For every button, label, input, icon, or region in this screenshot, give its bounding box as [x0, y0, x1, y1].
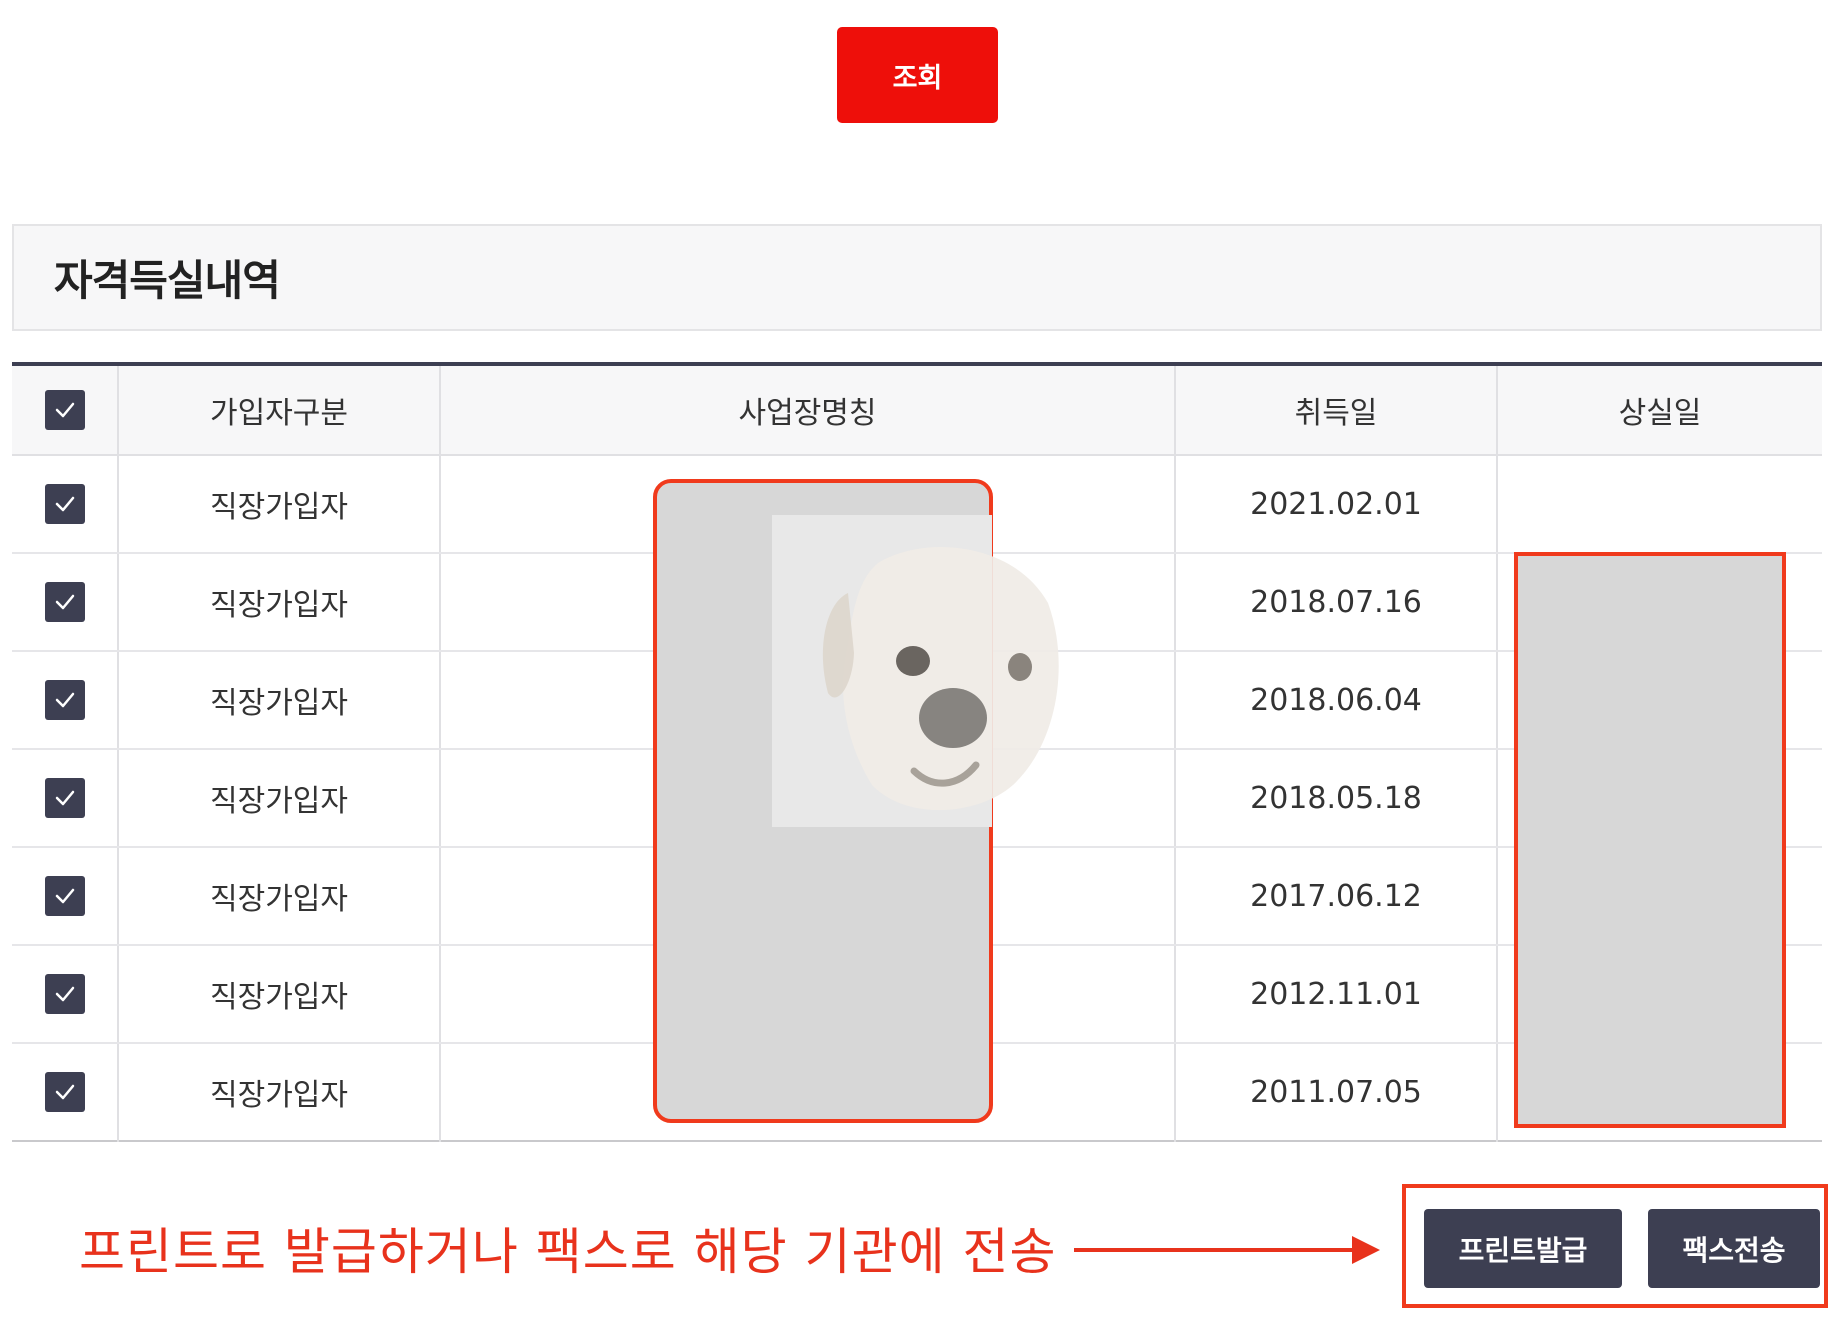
search-button[interactable]: 조회: [837, 27, 998, 123]
check-icon: [55, 692, 74, 708]
page: 조회 자격득실내역 가입자구분 사업장명칭 취득일 상실일 직장가입자 2021…: [0, 0, 1834, 1336]
check-icon: [55, 1084, 74, 1100]
lost-date-cell: [1497, 553, 1822, 652]
acquired-date-cell: 2017.06.12: [1175, 847, 1498, 946]
row-select-cell: [12, 455, 119, 554]
row-checkbox[interactable]: [44, 1072, 85, 1112]
member-type-cell: 직장가입자: [118, 651, 441, 750]
section-header: 자격득실내역: [12, 224, 1822, 331]
table-row: 직장가입자 2018.06.04: [12, 651, 1822, 750]
row-select-cell: [12, 945, 119, 1044]
lost-date-cell: [1497, 455, 1822, 554]
workplace-name-cell: [440, 945, 1176, 1044]
table-row: 직장가입자 2012.11.01: [12, 945, 1822, 1044]
acquired-date-cell: 2018.07.16: [1175, 553, 1498, 652]
lost-date-cell: [1497, 651, 1822, 750]
table-header-row: 가입자구분 사업장명칭 취득일 상실일: [12, 364, 1822, 456]
table-row: 직장가입자 2018.07.16: [12, 553, 1822, 652]
member-type-cell: 직장가입자: [118, 847, 441, 946]
acquired-date-cell: 2018.05.18: [1175, 749, 1498, 848]
table-row: 직장가입자 2011.07.05: [12, 1043, 1822, 1141]
acquired-date-cell: 2018.06.04: [1175, 651, 1498, 750]
check-icon: [55, 986, 74, 1002]
workplace-name-cell: [440, 1043, 1176, 1141]
member-type-cell: 직장가입자: [118, 455, 441, 554]
fax-send-button[interactable]: 팩스전송: [1648, 1209, 1820, 1288]
row-checkbox[interactable]: [44, 484, 85, 524]
table-row: 직장가입자 2017.06.12: [12, 847, 1822, 946]
row-checkbox[interactable]: [44, 974, 85, 1014]
row-select-cell: [12, 651, 119, 750]
acquired-date-cell: 2021.02.01: [1175, 455, 1498, 554]
acquired-date-cell: 2011.07.05: [1175, 1043, 1498, 1141]
member-type-cell: 직장가입자: [118, 749, 441, 848]
row-select-cell: [12, 553, 119, 652]
workplace-name-cell: [440, 553, 1176, 652]
workplace-name-cell: [440, 651, 1176, 750]
row-select-cell: [12, 749, 119, 848]
header-workplace-name: 사업장명칭: [440, 364, 1176, 456]
workplace-name-cell: [440, 749, 1176, 848]
member-type-cell: 직장가입자: [118, 1043, 441, 1141]
check-icon: [55, 790, 74, 806]
row-select-cell: [12, 847, 119, 946]
header-select-all-cell: [12, 364, 119, 456]
check-icon: [55, 888, 74, 904]
member-type-cell: 직장가입자: [118, 553, 441, 652]
header-member-type: 가입자구분: [118, 364, 441, 456]
row-checkbox[interactable]: [44, 680, 85, 720]
workplace-name-cell: [440, 455, 1176, 554]
lost-date-cell: [1497, 945, 1822, 1044]
table-row: 직장가입자 2018.05.18: [12, 749, 1822, 848]
lost-date-cell: [1497, 749, 1822, 848]
row-checkbox[interactable]: [44, 778, 85, 818]
check-icon: [55, 496, 74, 512]
lost-date-cell: [1497, 847, 1822, 946]
check-icon: [55, 402, 74, 418]
qualification-history-table: 가입자구분 사업장명칭 취득일 상실일 직장가입자 2021.02.01 직장가입자…: [12, 362, 1822, 1142]
print-issue-button[interactable]: 프린트발급: [1424, 1209, 1622, 1288]
lost-date-cell: [1497, 1043, 1822, 1141]
annotation-text: 프린트로 발급하거나 팩스로 해당 기관에 전송: [79, 1223, 1057, 1281]
member-type-cell: 직장가입자: [118, 945, 441, 1044]
row-checkbox[interactable]: [44, 876, 85, 916]
row-checkbox[interactable]: [44, 582, 85, 622]
header-acquired-date: 취득일: [1175, 364, 1498, 456]
header-lost-date: 상실일: [1497, 364, 1822, 456]
select-all-checkbox[interactable]: [44, 390, 85, 430]
acquired-date-cell: 2012.11.01: [1175, 945, 1498, 1044]
workplace-name-cell: [440, 847, 1176, 946]
row-select-cell: [12, 1043, 119, 1141]
arrow-right-icon: [1074, 1236, 1380, 1264]
section-title: 자격득실내역: [54, 256, 281, 305]
table-row: 직장가입자 2021.02.01: [12, 455, 1822, 554]
check-icon: [55, 594, 74, 610]
